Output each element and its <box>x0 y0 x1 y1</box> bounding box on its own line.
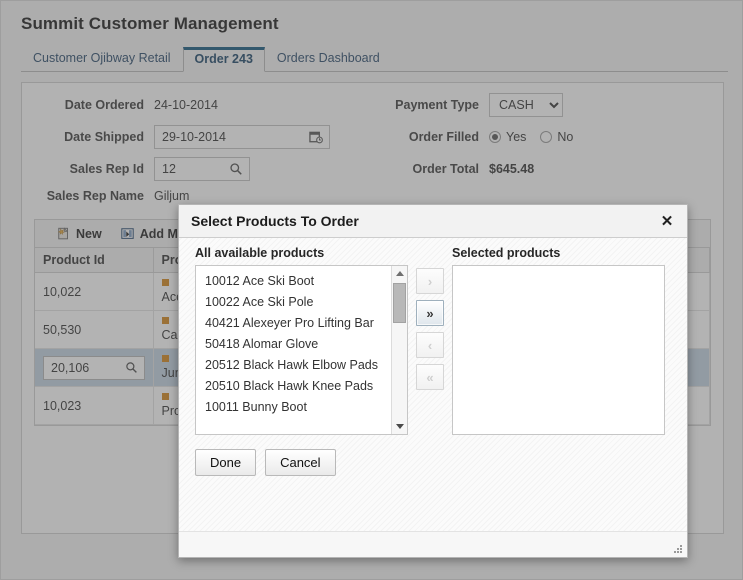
done-button[interactable]: Done <box>195 449 257 476</box>
list-item[interactable]: 40421 Alexeyer Pro Lifting Bar <box>205 313 391 334</box>
available-products-column: All available products 10012 Ace Ski Boo… <box>195 246 408 435</box>
scrollbar-track[interactable] <box>392 281 407 419</box>
list-item[interactable]: 10011 Bunny Boot <box>205 397 391 418</box>
select-products-dialog: Select Products To Order ✕ All available… <box>178 204 688 558</box>
scrollbar-thumb[interactable] <box>393 283 406 323</box>
shuttle-move-buttons: › » ‹ « <box>408 246 452 390</box>
shuttle-control: All available products 10012 Ace Ski Boo… <box>195 246 675 435</box>
dialog-title: Select Products To Order <box>191 213 359 229</box>
selected-products-items <box>453 266 664 434</box>
list-item[interactable]: 10012 Ace Ski Boot <box>205 271 391 292</box>
available-products-items: 10012 Ace Ski Boot 10022 Ace Ski Pole 40… <box>196 266 391 434</box>
available-products-scrollbar[interactable] <box>391 266 407 434</box>
dialog-body: All available products 10012 Ace Ski Boo… <box>179 238 687 531</box>
dialog-footer <box>179 531 687 557</box>
available-products-listbox[interactable]: 10012 Ace Ski Boot 10022 Ace Ski Pole 40… <box>195 265 408 435</box>
scroll-down-icon[interactable] <box>392 419 408 434</box>
selected-products-label: Selected products <box>452 246 561 260</box>
move-left-all-button[interactable]: « <box>416 364 444 390</box>
list-item[interactable]: 20512 Black Hawk Elbow Pads <box>205 355 391 376</box>
dialog-button-bar: Done Cancel <box>195 449 675 476</box>
available-products-label: All available products <box>195 246 325 260</box>
move-right-all-button[interactable]: » <box>416 300 444 326</box>
selected-products-column: Selected products <box>452 246 665 435</box>
resize-grip-icon[interactable] <box>672 543 682 553</box>
close-icon[interactable]: ✕ <box>657 211 677 231</box>
dialog-title-bar[interactable]: Select Products To Order ✕ <box>179 205 687 238</box>
list-item[interactable]: 10022 Ace Ski Pole <box>205 292 391 313</box>
list-item[interactable]: 20510 Black Hawk Knee Pads <box>205 376 391 397</box>
move-left-one-button[interactable]: ‹ <box>416 332 444 358</box>
cancel-button[interactable]: Cancel <box>265 449 336 476</box>
scroll-up-icon[interactable] <box>392 266 408 281</box>
selected-products-listbox[interactable] <box>452 265 665 435</box>
list-item[interactable]: 50418 Alomar Glove <box>205 334 391 355</box>
move-right-one-button[interactable]: › <box>416 268 444 294</box>
